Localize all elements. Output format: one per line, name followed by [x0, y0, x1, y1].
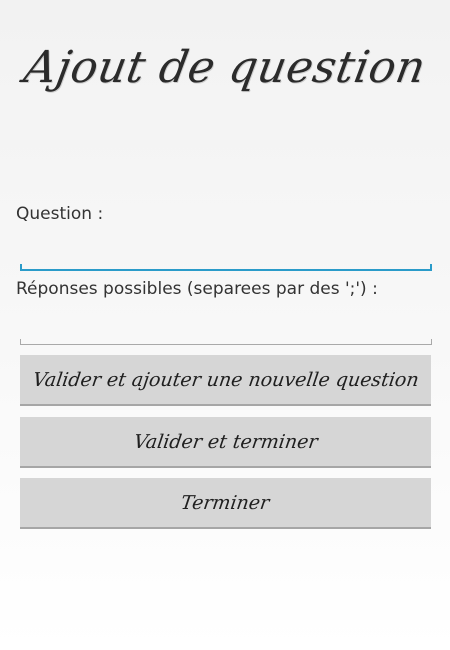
question-input[interactable] [20, 241, 432, 271]
page-title: Ajout de question [20, 42, 430, 93]
answers-label: Réponses possibles (separees par des ';'… [16, 279, 378, 299]
question-input-left-tick [20, 264, 22, 271]
validate-and-add-button-label: Valider et ajouter une nouvelle question [31, 368, 420, 391]
validate-and-finish-button[interactable]: Valider et terminer [20, 417, 431, 468]
answers-input-right-tick [431, 339, 432, 345]
answers-input-left-tick [20, 339, 21, 345]
question-input-underline [20, 269, 432, 271]
question-label: Question : [16, 204, 104, 224]
finish-button[interactable]: Terminer [20, 478, 431, 529]
question-input-right-tick [430, 264, 432, 271]
answers-input-underline [20, 344, 432, 345]
validate-and-add-button[interactable]: Valider et ajouter une nouvelle question [20, 355, 431, 406]
answers-input[interactable] [20, 315, 432, 345]
finish-button-label: Terminer [179, 491, 272, 514]
validate-and-finish-button-label: Valider et terminer [132, 430, 319, 453]
